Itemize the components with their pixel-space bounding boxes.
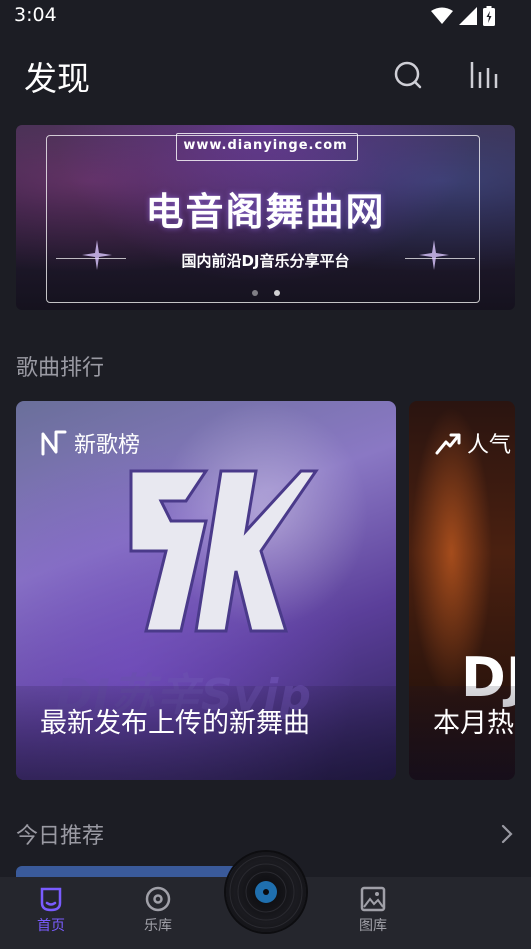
card-caption: 本月热	[433, 708, 514, 739]
section-title-recommend: 今日推荐	[16, 824, 105, 849]
status-bar: 3:04	[0, 0, 531, 32]
nav-label-gallery: 图库	[359, 918, 387, 934]
status-icons	[431, 6, 495, 26]
equalizer-button[interactable]	[468, 58, 502, 92]
home-icon	[40, 887, 62, 912]
wifi-icon	[431, 7, 453, 24]
pager-dot[interactable]	[251, 290, 258, 296]
disc-icon	[145, 886, 171, 912]
nav-label-home: 首页	[37, 918, 65, 934]
section-title-rankings: 歌曲排行	[16, 356, 105, 381]
rank-card-popular[interactable]: DJ 人气 本月热	[409, 401, 515, 780]
new-badge-icon	[41, 430, 67, 456]
card-caption: 最新发布上传的新舞曲	[40, 708, 310, 739]
vinyl-player-button[interactable]	[226, 852, 306, 932]
rank-card-new-songs[interactable]: DJ苏辛Svip 新歌榜 最新发布上传的新舞曲	[16, 401, 396, 780]
recommend-more-button[interactable]	[497, 820, 517, 848]
banner-url: www.dianyinge.com	[183, 138, 348, 153]
nav-label-library: 乐库	[144, 918, 172, 934]
nav-item-home[interactable]: 首页	[21, 885, 81, 935]
sparkle-icon	[82, 240, 112, 270]
sparkle-icon	[419, 240, 449, 270]
signal-icon	[459, 7, 477, 25]
pager-dot-active[interactable]	[273, 290, 280, 296]
banner-pager	[16, 290, 515, 296]
page-title: 发现	[24, 59, 90, 98]
image-icon	[360, 886, 386, 912]
card-label: 新歌榜	[74, 433, 141, 458]
banner-title: 电音阁舞曲网	[145, 190, 386, 234]
card-label: 人气	[467, 433, 512, 458]
trending-up-icon	[435, 433, 461, 455]
card-label-row: 新歌榜	[40, 427, 140, 459]
search-icon	[394, 61, 422, 89]
nav-item-library[interactable]: 乐库	[128, 885, 188, 935]
equalizer-icon	[470, 62, 498, 88]
search-button[interactable]	[391, 58, 425, 92]
card-label-row: 人气	[435, 427, 511, 459]
chevron-right-icon	[501, 824, 513, 844]
sk-logo-art	[129, 469, 319, 633]
promo-banner[interactable]: www.dianyinge.com 电音阁舞曲网 国内前沿DJ音乐分享平台	[16, 125, 515, 310]
battery-icon	[483, 6, 495, 26]
status-time: 3:04	[14, 4, 57, 26]
nav-item-gallery[interactable]: 图库	[343, 885, 403, 935]
vinyl-player-icon	[229, 855, 303, 929]
